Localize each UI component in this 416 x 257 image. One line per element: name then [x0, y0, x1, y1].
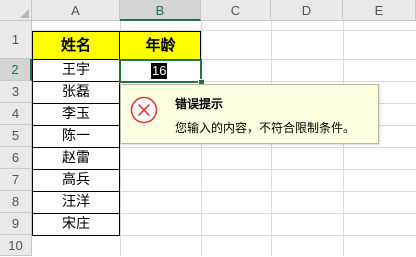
cell-a5[interactable]: 陈一	[32, 126, 120, 147]
row-header-4[interactable]: 4	[0, 103, 32, 125]
row-header-10[interactable]: 10	[0, 235, 32, 256]
error-tooltip-title: 错误提示	[175, 97, 224, 111]
row-header-9[interactable]: 9	[0, 213, 32, 235]
table-border-line	[32, 213, 120, 214]
cell-a7[interactable]: 高兵	[32, 170, 120, 191]
cell-b1-age-header[interactable]: 年龄	[120, 31, 201, 59]
select-all-triangle-icon	[20, 9, 29, 18]
cell-a4[interactable]: 李玉	[32, 104, 120, 125]
row-header-5[interactable]: 5	[0, 125, 32, 147]
column-header-c[interactable]: C	[201, 0, 271, 21]
table-border-line	[32, 125, 120, 126]
row-header-1[interactable]: 1	[0, 21, 32, 59]
error-x-icon	[130, 96, 158, 124]
table-border-line	[32, 59, 120, 60]
spreadsheet: A B C D E 1 2 3 4 5 6 7 8 9 10 姓名 年龄 王宇 …	[0, 0, 416, 256]
table-border-line	[32, 103, 120, 104]
cell-a6[interactable]: 赵雷	[32, 148, 120, 169]
cell-a3[interactable]: 张磊	[32, 82, 120, 103]
select-all-corner[interactable]	[0, 0, 32, 21]
row-header-2[interactable]: 2	[0, 59, 32, 81]
table-border-line	[32, 147, 120, 148]
row-header-8[interactable]: 8	[0, 191, 32, 213]
row-header-3[interactable]: 3	[0, 81, 32, 103]
cell-a8[interactable]: 汪洋	[32, 192, 120, 213]
cell-a1-name-header[interactable]: 姓名	[32, 31, 120, 59]
row-header-6[interactable]: 6	[0, 147, 32, 169]
cell-b2-edit-text[interactable]: 16	[151, 63, 168, 79]
row-header-7[interactable]: 7	[0, 169, 32, 191]
column-header-d[interactable]: D	[271, 0, 343, 21]
table-border-line	[32, 81, 120, 82]
error-tooltip-message: 您输入的内容，不符合限制条件。	[175, 121, 356, 135]
table-border-line	[32, 169, 120, 170]
error-tooltip: 错误提示 您输入的内容，不符合限制条件。	[120, 84, 379, 144]
cell-a2[interactable]: 王宇	[32, 60, 120, 81]
column-header-b[interactable]: B	[120, 0, 201, 21]
column-header-a[interactable]: A	[32, 0, 120, 21]
column-header-e[interactable]: E	[343, 0, 416, 21]
gridline	[32, 235, 416, 236]
table-border-line	[32, 191, 120, 192]
cell-a9[interactable]: 宋庄	[32, 214, 120, 235]
